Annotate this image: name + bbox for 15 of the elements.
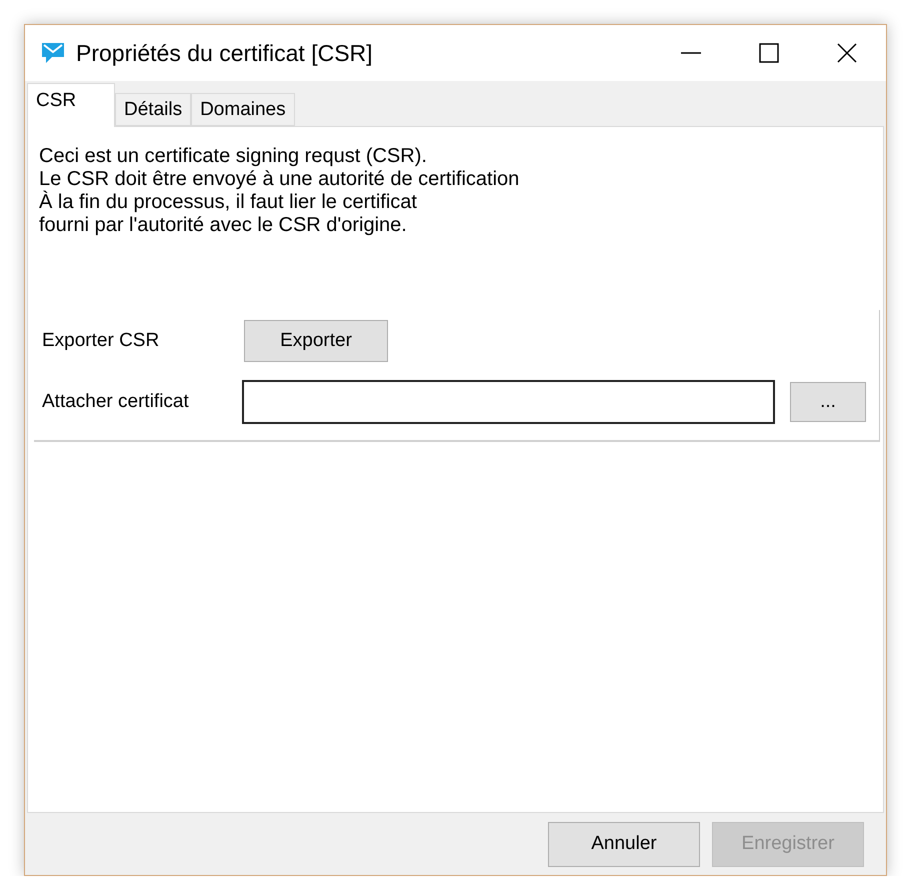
field-label: Attacher certificat — [42, 391, 190, 413]
input-field[interactable] — [242, 380, 775, 424]
tab[interactable]: Domaines — [191, 93, 295, 126]
tab[interactable]: CSR — [27, 83, 115, 127]
tab[interactable]: Détails — [115, 93, 192, 126]
close-icon — [837, 43, 857, 63]
field-label: Exporter CSR — [42, 330, 160, 352]
chat-bubble-icon — [40, 41, 66, 65]
browse-button[interactable]: ... — [790, 382, 866, 422]
dialog-button[interactable]: Annuler — [548, 822, 700, 866]
maximize-icon — [759, 43, 779, 63]
export-button[interactable]: Exporter — [244, 320, 388, 362]
window-title: Propriétés du certificat [CSR] — [76, 40, 374, 66]
description-text: Ceci est un certificate signing requst (CSR). Le CSR doit être envoyé à une autorité de certification À la fin du processus, il faut lier le certificat fourni par l'autorité avec le CSR d'origine. — [38, 144, 520, 238]
minimize-icon — [681, 52, 701, 54]
